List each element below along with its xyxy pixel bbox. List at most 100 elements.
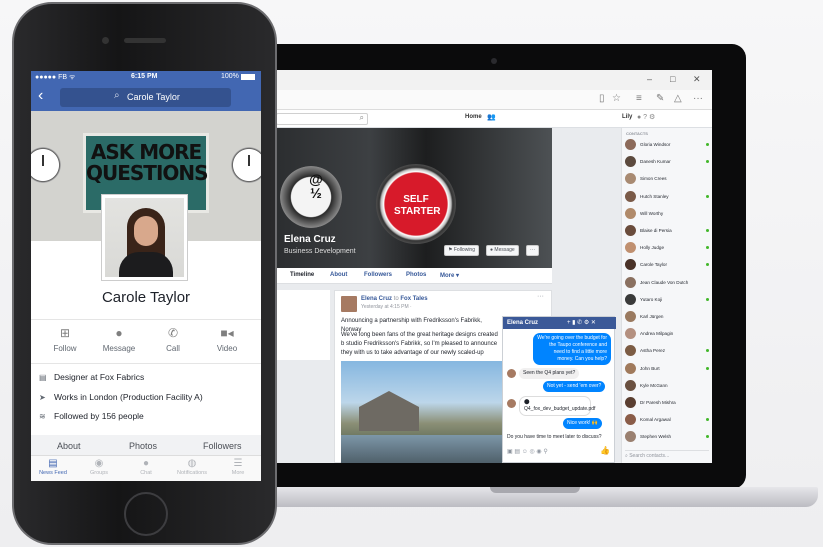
more-icon[interactable]: ···	[693, 93, 703, 104]
tab-about[interactable]: About	[57, 441, 81, 451]
post-options-icon[interactable]: ···	[537, 293, 544, 300]
file-icon: ⬤	[524, 399, 530, 405]
close-window-button[interactable]: ✕	[693, 74, 701, 85]
hub-icon[interactable]: ≡	[636, 93, 642, 104]
intro-panel	[272, 290, 330, 360]
tab-timeline[interactable]: Timeline	[290, 272, 314, 278]
tab-groups[interactable]: ◉ Groups	[79, 458, 119, 476]
contact-avatar	[625, 379, 636, 391]
contact-name: Simon Crees	[640, 176, 667, 182]
post-author-avatar[interactable]	[341, 296, 357, 312]
video-icon: ■◂	[220, 326, 234, 340]
phone-search-text: Carole Taylor	[127, 92, 180, 102]
contact-item[interactable]: Yutaro Koji	[625, 293, 711, 307]
phone-home-button[interactable]	[124, 492, 168, 536]
contact-name: Holly Judge	[640, 245, 665, 251]
contact-item[interactable]: Hutch Stanley	[625, 190, 711, 204]
contact-item[interactable]: Carole Taylor	[625, 258, 711, 272]
profile-actions: ⊞ Follow ● Message ✆ Call ■◂ Video	[31, 319, 261, 361]
search-icon: ⌕	[114, 90, 120, 101]
contact-item[interactable]: Gloria Windsor	[625, 138, 711, 152]
contact-avatar	[625, 139, 636, 150]
more-options-button[interactable]: ···	[526, 245, 539, 256]
home-link[interactable]: Home	[465, 114, 482, 120]
emoji-icon[interactable]: ◎	[530, 449, 535, 455]
tab-notifications[interactable]: ◍ Notifications	[172, 458, 212, 476]
contact-name: Will Worthy	[640, 210, 664, 216]
user-profile-link[interactable]: Lily	[622, 114, 632, 120]
key-glyph: @ ½	[309, 171, 323, 201]
video-button[interactable]: ■◂ Video	[200, 326, 254, 353]
back-chevron-icon[interactable]: ‹	[38, 87, 43, 105]
share-icon[interactable]: △	[674, 93, 682, 104]
gif-icon[interactable]: ▤	[514, 449, 520, 455]
chat-message-out: Not yet - send 'em over?	[543, 381, 606, 392]
favorite-star-icon[interactable]: ☆	[612, 93, 621, 104]
contact-item[interactable]: Kyle McGann	[625, 379, 711, 393]
minimize-button[interactable]: –	[647, 74, 652, 84]
call-button[interactable]: ✆ Call	[146, 326, 200, 353]
chat-input[interactable]: Do you have time to meet later to discus…	[507, 434, 611, 440]
phone-search-input[interactable]: ⌕ Carole Taylor	[60, 88, 231, 107]
friend-requests-icon[interactable]: 👥	[487, 113, 496, 121]
tab-photos[interactable]: Photos	[406, 272, 426, 278]
tab-more[interactable]: More ▾	[440, 272, 459, 279]
contact-item[interactable]: Komal Argawal	[625, 413, 711, 427]
contacts-heading: CONTACTS	[626, 131, 648, 136]
attach-icon[interactable]: ⚲	[543, 449, 547, 455]
contact-item[interactable]: John Burt	[625, 362, 711, 376]
settings-icon[interactable]: ● ? ⚙	[637, 113, 655, 121]
photo-water-graphic	[341, 435, 507, 463]
contacts-search-input[interactable]: ⌕ Search contacts...	[625, 450, 709, 460]
laptop-camera	[491, 58, 497, 64]
reading-view-icon[interactable]: ▯	[599, 93, 605, 104]
contact-item[interactable]: Astha Perez	[625, 344, 711, 358]
profile-avatar[interactable]	[102, 195, 187, 280]
contact-item[interactable]: Dr Paresh Mishra	[625, 396, 711, 410]
tab-news-feed[interactable]: ▤ News Feed	[33, 458, 73, 476]
post-author-link[interactable]: Elena Cruz	[361, 296, 392, 302]
contact-item[interactable]: Simon Crees	[625, 172, 711, 186]
search-input[interactable]: ⌕	[276, 113, 368, 125]
chat-header[interactable]: Elena Cruz + ▮ ✆ ⚙ ✕	[503, 317, 616, 329]
sticker-icon[interactable]: ☺	[522, 449, 528, 455]
battery-icon	[241, 74, 255, 80]
message-button[interactable]: ● Message	[92, 326, 146, 353]
cover-photo: @ ½ SELF STARTER Elena Cruz Business Deve…	[272, 128, 552, 268]
contact-item[interactable]: Andrea Milpagin	[625, 327, 711, 341]
tab-chat[interactable]: ● Chat	[126, 458, 166, 476]
message-button[interactable]: ● Message	[486, 245, 519, 256]
contact-item[interactable]: Danesh Kumar	[625, 155, 711, 169]
chat-file-attachment[interactable]: ⬤ Q4_fox_dev_budget_update.pdf	[519, 396, 595, 416]
camera-icon[interactable]: ◉	[536, 449, 541, 455]
tab-more[interactable]: ☰ More	[218, 458, 258, 476]
tab-followers[interactable]: Followers	[203, 441, 242, 451]
post-photo[interactable]	[341, 361, 507, 463]
online-status-dot	[706, 297, 709, 301]
tab-photos[interactable]: Photos	[129, 441, 157, 451]
follow-button[interactable]: ⊞ Follow	[38, 326, 92, 353]
detail-followers: ≋ Followed by 156 people	[39, 411, 144, 421]
contact-item[interactable]: Karl Jürgen	[625, 310, 711, 324]
tab-followers[interactable]: Followers	[364, 272, 392, 278]
product-showcase: – □ ✕ ▯ ☆ ≡ ✎ △ ··· ⌕ Home 👥 Lily ● ? ⚙ …	[0, 0, 823, 547]
notes-icon[interactable]: ✎	[656, 93, 664, 104]
post-group-link[interactable]: Fox Tales	[400, 296, 427, 302]
photo-icon[interactable]: ▣	[507, 449, 513, 455]
tab-about[interactable]: About	[330, 272, 347, 278]
like-icon[interactable]: 👍	[600, 446, 610, 455]
post-timestamp[interactable]: Yesterday at 4:15 PM ·	[361, 304, 412, 310]
contact-item[interactable]: Holly Judge	[625, 241, 711, 255]
contact-item[interactable]: Will Worthy	[625, 207, 711, 221]
following-button[interactable]: ⚑ Following	[444, 245, 479, 256]
contact-avatar	[625, 328, 636, 340]
contact-avatar	[625, 397, 636, 408]
contact-item[interactable]: Blaise di Persia	[625, 224, 711, 238]
detail-work: ▤ Designer at Fox Fabrics	[39, 372, 144, 382]
chat-header-icons[interactable]: + ▮ ✆ ⚙ ✕	[567, 319, 596, 326]
contact-item[interactable]: Stephen Welsh	[625, 430, 711, 444]
contact-avatar	[625, 190, 636, 202]
maximize-button[interactable]: □	[670, 74, 675, 84]
contact-item[interactable]: Jean Claude Von Dutch	[625, 276, 711, 290]
tab-chat-label: Chat	[140, 470, 152, 476]
